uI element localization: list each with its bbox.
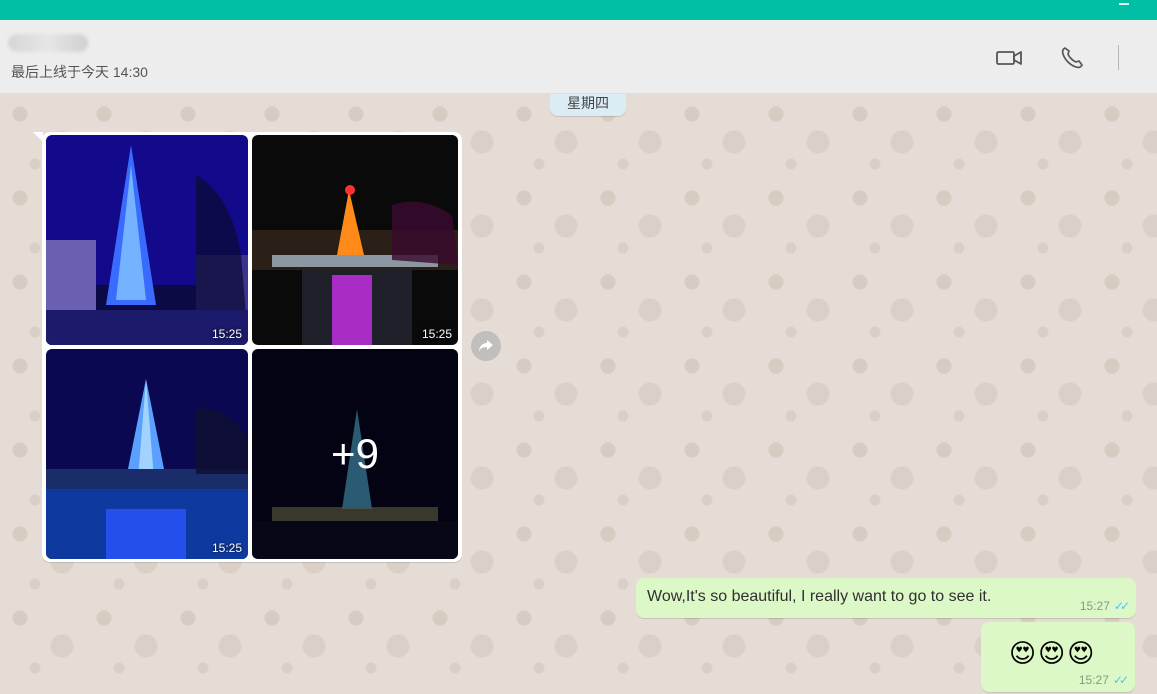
incoming-photo-album[interactable]: 15:25 15:25 15:25 +9 bbox=[33, 132, 462, 562]
date-separator: 星期四 bbox=[550, 94, 626, 116]
header-divider bbox=[1118, 45, 1119, 70]
album-photo-more[interactable]: +9 bbox=[252, 349, 458, 559]
more-photos-count: +9 bbox=[252, 349, 458, 559]
message-time: 15:27 bbox=[1079, 599, 1110, 613]
photo-timestamp: 15:25 bbox=[211, 327, 242, 341]
album-photo[interactable]: 15:25 bbox=[252, 135, 458, 345]
album-photo[interactable]: 15:25 bbox=[46, 349, 248, 559]
album-photo[interactable]: 15:25 bbox=[46, 135, 248, 345]
chat-panel[interactable]: 星期四 15:25 15:25 15:25 +9 Wow,It's so bea… bbox=[0, 94, 1157, 694]
read-ticks-icon: ✓✓ bbox=[1112, 673, 1129, 687]
forward-button[interactable] bbox=[471, 331, 501, 361]
outgoing-message[interactable]: 😍😍😍 15:27 ✓✓ bbox=[981, 622, 1135, 692]
minimize-icon[interactable] bbox=[1119, 3, 1129, 5]
message-time: 15:27 bbox=[1078, 673, 1109, 687]
bubble-tail bbox=[33, 132, 43, 142]
last-seen-status: 最后上线于今天 14:30 bbox=[11, 64, 148, 80]
chat-header[interactable]: 最后上线于今天 14:30 bbox=[0, 20, 1157, 94]
message-meta: 15:27 ✓✓ bbox=[1079, 599, 1130, 613]
window-top-bar bbox=[0, 0, 1157, 20]
read-ticks-icon: ✓✓ bbox=[1113, 599, 1130, 613]
phone-call-icon[interactable] bbox=[1058, 46, 1086, 70]
outgoing-message[interactable]: Wow,It's so beautiful, I really want to … bbox=[636, 578, 1136, 618]
photo-timestamp: 15:25 bbox=[421, 327, 452, 341]
video-call-icon[interactable] bbox=[995, 46, 1023, 70]
message-text: Wow,It's so beautiful, I really want to … bbox=[647, 588, 992, 605]
contact-name-blurred[interactable] bbox=[8, 34, 88, 52]
message-meta: 15:27 ✓✓ bbox=[1078, 673, 1129, 687]
forward-icon bbox=[479, 340, 493, 352]
message-emojis: 😍😍😍 bbox=[1009, 638, 1097, 668]
photo-timestamp: 15:25 bbox=[211, 541, 242, 555]
